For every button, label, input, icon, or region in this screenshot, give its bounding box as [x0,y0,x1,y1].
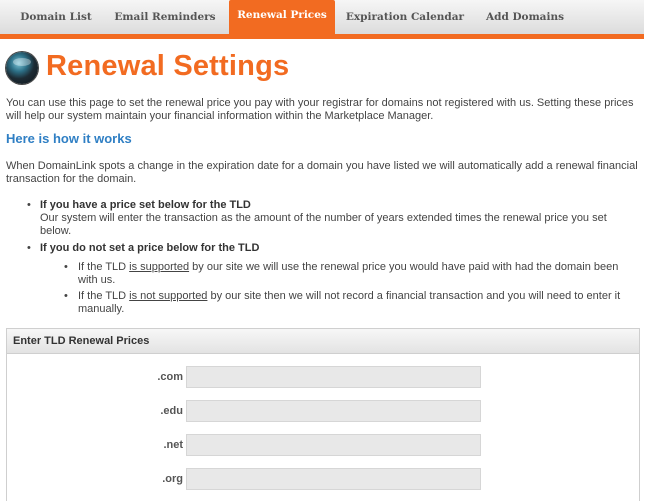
org-price-input[interactable] [186,468,481,490]
bullet-dot: • [27,199,31,211]
sub-bullet-dot: • [64,261,68,273]
sub-bullet-text: If the TLD [78,261,130,273]
sub-bullet-supported: If the TLD is supported by our site we w… [78,261,626,287]
bullet-price-set: If you have a price set below for the TL… [40,199,630,238]
bullet-price-set-text: Our system will enter the transaction as… [40,212,607,237]
tab-expiration-calendar[interactable]: Expiration Calendar [340,0,470,34]
how-it-works-heading: Here is how it works [6,131,132,146]
tld-label-org: .org [162,473,183,485]
tab-add-domains[interactable]: Add Domains [475,0,575,34]
sub-bullet-not-supported: If the TLD is not supported by our site … [78,290,626,316]
bullet-dot: • [27,242,31,254]
intro-paragraph: You can use this page to set the renewal… [6,97,634,122]
tld-label-edu: .edu [160,405,183,417]
tld-supported-link[interactable]: is supported [129,261,189,273]
edu-price-input[interactable] [186,400,481,422]
bullet-price-set-title: If you have a price set below for the TL… [40,199,251,211]
com-price-input[interactable] [186,366,481,388]
net-price-input[interactable] [186,434,481,456]
how-it-works-paragraph: When DomainLink spots a change in the ex… [6,160,638,185]
tab-email-reminders[interactable]: Email Reminders [106,0,224,34]
sub-bullet-text: If the TLD [78,290,130,302]
tab-domain-list[interactable]: Domain List [6,0,106,34]
tld-not-supported-link[interactable]: is not supported [129,290,207,302]
globe-logo-icon [6,52,38,84]
tld-label-com: .com [157,371,183,383]
page-title: Renewal Settings [46,50,290,82]
tld-renewal-prices-panel: Enter TLD Renewal Prices .com .edu .net … [6,328,640,501]
top-tab-bar: Domain List Email Reminders Renewal Pric… [0,0,644,39]
panel-header: Enter TLD Renewal Prices [7,329,639,354]
bullet-price-not-set-title: If you do not set a price below for the … [40,242,260,254]
tab-renewal-prices[interactable]: Renewal Prices [229,0,335,34]
tld-label-net: .net [163,439,183,451]
sub-bullet-dot: • [64,290,68,302]
